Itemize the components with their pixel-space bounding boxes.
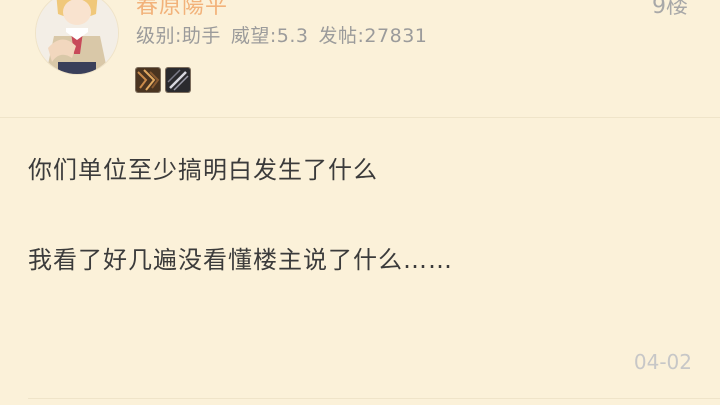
user-prestige: 威望:5.3 (230, 25, 309, 47)
post-paragraph: 你们单位至少搞明白发生了什么 (28, 156, 378, 184)
forum-post: 春原陽平 级别:助手 威望:5.3 发帖:27831 9楼 你们单位至少搞明白发… (0, 0, 720, 405)
post-content: 你们单位至少搞明白发生了什么 我看了好几遍没看懂楼主说了什么…… (28, 150, 688, 280)
avatar[interactable] (36, 0, 118, 74)
header-divider (0, 117, 720, 118)
post-timestamp: 04-02 (633, 350, 692, 374)
user-post-count: 发帖:27831 (318, 25, 428, 47)
user-level: 级别:助手 (136, 25, 221, 47)
badge-gold-icon[interactable] (136, 68, 160, 92)
user-meta: 级别:助手 威望:5.3 发帖:27831 (136, 21, 437, 48)
avatar-image (36, 0, 118, 74)
post-header: 春原陽平 级别:助手 威望:5.3 发帖:27831 9楼 (0, 0, 720, 118)
badge-list (136, 68, 190, 92)
username[interactable]: 春原陽平 (136, 0, 228, 20)
footer-divider (28, 398, 720, 399)
badge-silver-icon[interactable] (166, 68, 190, 92)
floor-number: 9楼 (652, 0, 688, 19)
post-paragraph: 我看了好几遍没看懂楼主说了什么…… (28, 246, 453, 274)
